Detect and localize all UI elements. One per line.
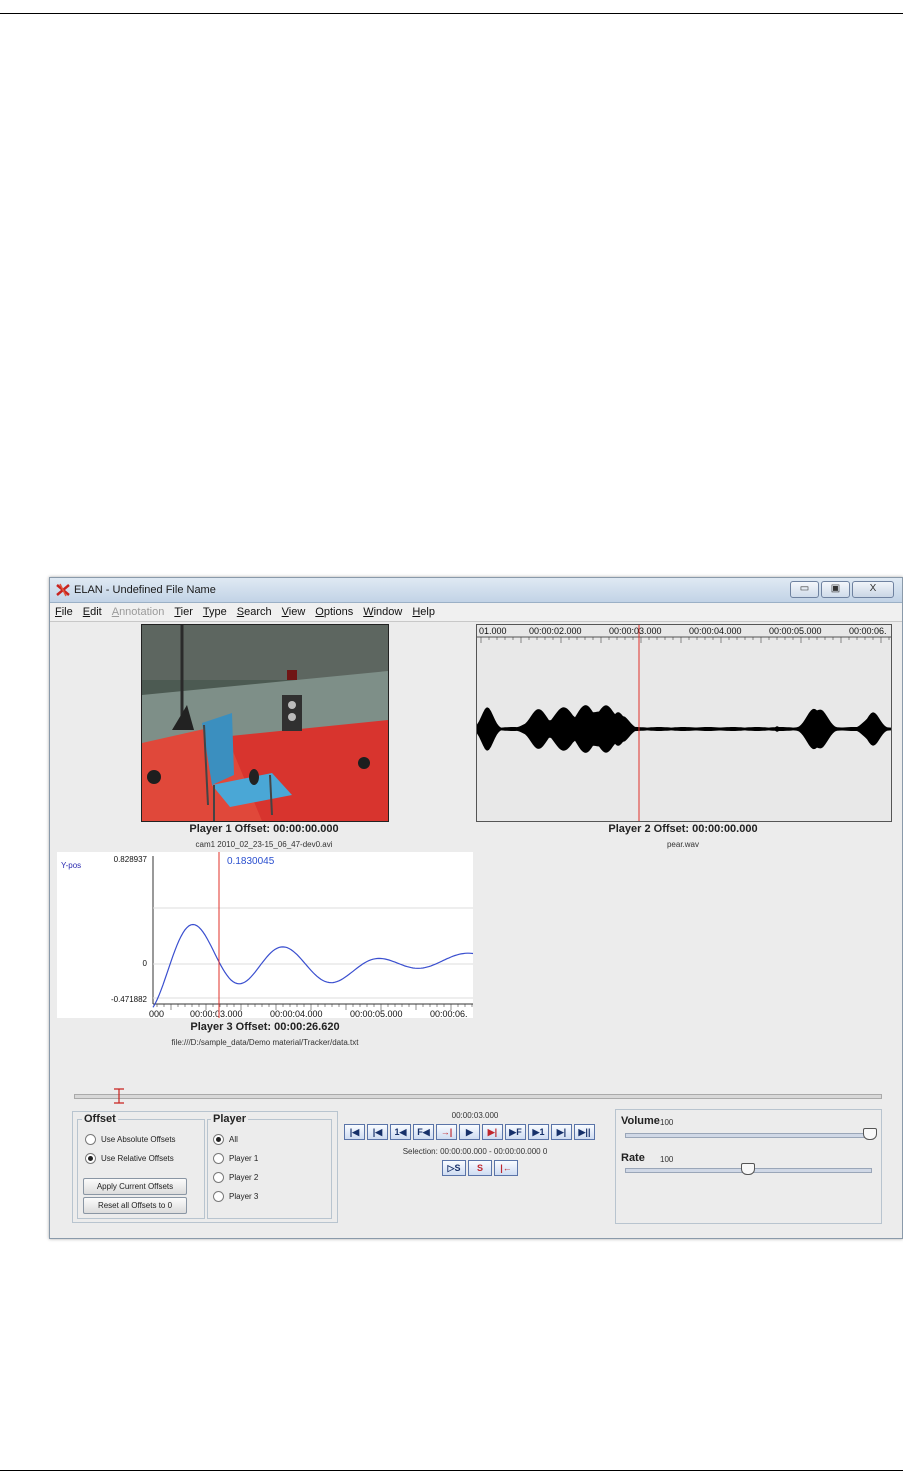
player-2-radio[interactable]: Player 2 — [213, 1172, 258, 1183]
menu-annotation[interactable]: Annotation — [107, 606, 170, 618]
timeseries-svg: Y-pos 0.828937 0 -0.471882000 00:00:03.000 00… — [61, 852, 474, 1019]
elan-window: ELAN - Undefined File Name ▭ ▣ X File Ed… — [49, 577, 903, 1239]
menu-tier[interactable]: Tier — [169, 606, 198, 618]
transport-controls: |◀ |◀ 1◀ F◀ →| ▶ ▶| ▶F ▶1 ▶| ▶|| — [344, 1124, 595, 1140]
menu-window[interactable]: Window — [358, 606, 407, 618]
y-zero-label: 0 — [143, 959, 148, 968]
relative-offsets-label: Use Relative Offsets — [101, 1154, 174, 1163]
player-1-offset-label: Player 1 Offset: 00:00:00.000 — [189, 823, 339, 835]
ts-tick-label: 00:00:06. — [430, 1009, 468, 1018]
previous-scrollview-button[interactable]: |◀ — [367, 1124, 388, 1140]
radio-relative-offsets[interactable] — [85, 1153, 96, 1164]
rate-slider-thumb[interactable] — [740, 1163, 755, 1175]
elan-app-icon — [56, 583, 70, 597]
series-line — [152, 923, 474, 1008]
menu-bar: File Edit Annotation Tier Type Search Vi… — [50, 603, 902, 622]
radio-player-all[interactable] — [213, 1134, 224, 1145]
menu-type[interactable]: Type — [198, 606, 232, 618]
player-3-offset-label: Player 3 Offset: 00:00:26.620 — [190, 1021, 340, 1033]
go-to-begin-button[interactable]: |◀ — [344, 1124, 365, 1140]
volume-slider-thumb[interactable] — [863, 1128, 877, 1140]
video-frame — [142, 625, 388, 821]
radio-absolute-offsets[interactable] — [85, 1134, 96, 1145]
timeseries-viewer[interactable]: Y-pos 0.828937 0 -0.471882 000 00:00:03.000 00… — [57, 852, 474, 1019]
minimize-button[interactable]: ▭ — [790, 581, 819, 598]
next-scrollview-button[interactable]: ▶| — [551, 1124, 572, 1140]
menu-options[interactable]: Options — [310, 606, 358, 618]
reset-offsets-button[interactable]: Reset all Offsets to 0 — [83, 1197, 187, 1214]
video-player-1[interactable] — [141, 624, 389, 822]
absolute-offsets-label: Use Absolute Offsets — [101, 1135, 176, 1144]
player-1-file-label: cam1 2010_02_23-15_06_47-dev0.avi — [195, 840, 333, 849]
wave-tick-label: 01.000 — [479, 626, 507, 636]
player-3-radio-label: Player 3 — [229, 1192, 259, 1201]
player-2-radio-label: Player 2 — [229, 1173, 259, 1182]
selection-mode-button[interactable]: |← — [494, 1160, 518, 1176]
current-time: 00:00:03.000 — [451, 1111, 499, 1120]
player-panel-title: Player — [211, 1113, 249, 1125]
volume-slider[interactable] — [625, 1133, 872, 1138]
player-2-file-label: pear.wav — [666, 840, 700, 849]
previous-second-button[interactable]: 1◀ — [390, 1124, 411, 1140]
rate-value: 100 — [660, 1155, 674, 1164]
player-2-offset-label: Player 2 Offset: 00:00:00.000 — [608, 823, 758, 835]
player-3-radio[interactable]: Player 3 — [213, 1191, 258, 1202]
volume-value: 100 — [660, 1118, 674, 1127]
title-bar[interactable]: ELAN - Undefined File Name ▭ ▣ X — [50, 578, 902, 603]
waveform-viewer[interactable]: 01.000 00:00:02.000 00:00:03.000 00:00:04.0… — [476, 624, 892, 822]
player-3-file-label: file:///D:/sample_data/Demo material/Tra… — [171, 1038, 359, 1047]
radio-player-3[interactable] — [213, 1191, 224, 1202]
next-pixel-button[interactable]: ▶| — [482, 1124, 503, 1140]
radio-player-2[interactable] — [213, 1172, 224, 1183]
menu-file[interactable]: File — [50, 606, 78, 618]
time-slider[interactable] — [74, 1094, 882, 1099]
wave-tick-label: 00:00:06. — [849, 626, 887, 636]
ts-tick-label: 000 — [149, 1009, 164, 1018]
menu-search[interactable]: Search — [232, 606, 277, 618]
clear-selection-button[interactable]: S — [468, 1160, 492, 1176]
wave-tick-label: 00:00:04.000 — [689, 626, 742, 636]
close-button[interactable]: X — [852, 581, 894, 598]
play-button[interactable]: ▶ — [459, 1124, 480, 1140]
ts-tick-label: 00:00:04.000 — [270, 1009, 323, 1018]
menu-help[interactable]: Help — [407, 606, 440, 618]
radio-player-1[interactable] — [213, 1153, 224, 1164]
y-max-label: 0.828937 — [114, 855, 148, 864]
offset-panel-title: Offset — [82, 1113, 118, 1125]
player-all-label: All — [229, 1135, 238, 1144]
page-bottom-rule — [0, 1470, 903, 1471]
volume-label: Volume — [621, 1115, 660, 1127]
player-1-radio-label: Player 1 — [229, 1154, 259, 1163]
previous-pixel-button[interactable]: →| — [436, 1124, 457, 1140]
previous-frame-button[interactable]: F◀ — [413, 1124, 434, 1140]
go-to-end-button[interactable]: ▶|| — [574, 1124, 595, 1140]
selection-label: Selection: 00:00:00.000 - 00:00:00.000 0 — [402, 1147, 548, 1156]
menu-edit[interactable]: Edit — [78, 606, 107, 618]
rate-label: Rate — [621, 1152, 645, 1164]
wave-tick-label: 00:00:02.000 — [529, 626, 582, 636]
time-cursor-icon[interactable] — [112, 1088, 126, 1104]
player-1-radio[interactable]: Player 1 — [213, 1153, 258, 1164]
waveform-svg: 01.000 00:00:02.000 00:00:03.000 00:00:04.0… — [477, 625, 891, 821]
wave-tick-label: 00:00:05.000 — [769, 626, 822, 636]
next-frame-button[interactable]: ▶F — [505, 1124, 526, 1140]
maximize-button[interactable]: ▣ — [821, 581, 850, 598]
play-selection-button[interactable]: ▷S — [442, 1160, 466, 1176]
cursor-value: 0.1830045 — [227, 856, 275, 867]
wave-tick-label: 00:00:03.000 — [609, 626, 662, 636]
window-title: ELAN - Undefined File Name — [74, 584, 216, 596]
player-all-radio[interactable]: All — [213, 1134, 238, 1145]
series-label: Y-pos — [61, 861, 81, 870]
apply-offsets-button[interactable]: Apply Current Offsets — [83, 1178, 187, 1195]
next-second-button[interactable]: ▶1 — [528, 1124, 549, 1140]
relative-offsets-radio[interactable]: Use Relative Offsets — [85, 1153, 174, 1164]
page-top-rule — [0, 13, 903, 14]
menu-view[interactable]: View — [277, 606, 311, 618]
ts-tick-label: 00:00:05.000 — [350, 1009, 403, 1018]
absolute-offsets-radio[interactable]: Use Absolute Offsets — [85, 1134, 176, 1145]
y-min-label: -0.471882 — [111, 995, 148, 1004]
ts-tick-label: 00:00:03.000 — [190, 1009, 243, 1018]
